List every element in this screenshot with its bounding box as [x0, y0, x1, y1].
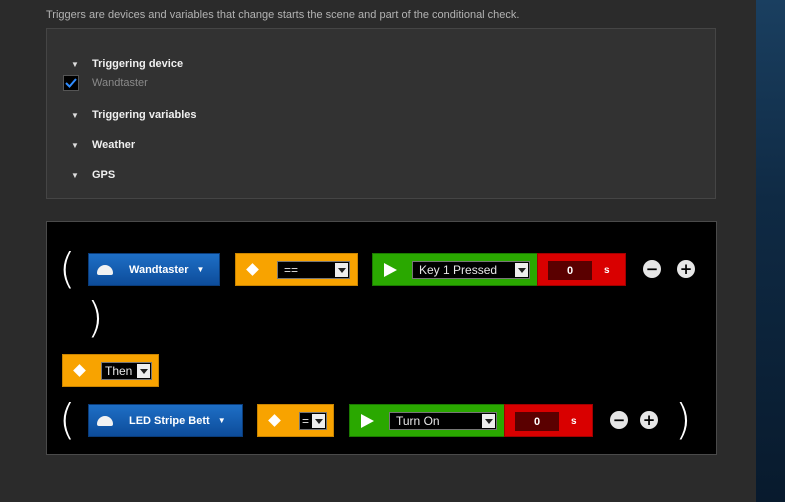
condition-device-button[interactable]: Wandtaster ▼	[88, 253, 220, 286]
action-device-label: LED Stripe Bett	[129, 414, 210, 427]
close-paren[interactable]: )	[87, 297, 103, 339]
section-gps[interactable]: ▼ GPS	[71, 169, 115, 181]
chevron-down-icon	[515, 263, 528, 277]
background-strip	[756, 0, 785, 502]
close-paren[interactable]: )	[675, 399, 691, 441]
device-label: Wandtaster	[92, 77, 148, 89]
section-triggering-variables[interactable]: ▼ Triggering variables	[71, 109, 197, 121]
chevron-down-icon: ▼	[196, 265, 205, 274]
section-label: Triggering variables	[92, 109, 197, 121]
chevron-down-icon	[335, 263, 348, 277]
device-bulb-icon	[97, 415, 113, 426]
chevron-down-icon	[482, 414, 495, 428]
action-delay-input[interactable]: 0	[515, 412, 559, 431]
section-triggering-device[interactable]: ▼ Triggering device	[71, 58, 183, 70]
condition-delay-box: 0 s	[537, 253, 626, 286]
select-value: Turn On	[396, 414, 440, 428]
condition-value-box: Key 1 Pressed	[372, 253, 538, 286]
device-bulb-icon	[97, 264, 113, 275]
select-value: =	[302, 414, 310, 428]
open-paren[interactable]: (	[59, 248, 75, 290]
open-paren[interactable]: (	[59, 399, 75, 441]
section-label: Triggering device	[92, 58, 184, 70]
diamond-icon	[268, 414, 281, 427]
checkmark-icon	[65, 78, 77, 88]
play-icon	[361, 414, 374, 428]
condition-delay-input[interactable]: 0	[548, 261, 592, 280]
select-value: Key 1 Pressed	[419, 263, 498, 277]
then-select[interactable]: Then	[101, 362, 152, 380]
device-checkbox[interactable]	[63, 75, 79, 91]
condition-operator-box: ==	[235, 253, 358, 286]
select-value: ==	[284, 263, 299, 277]
trigger-list: ▼ Triggering device Wandtaster ▼ Trigger…	[46, 28, 716, 199]
device-checkbox-row[interactable]: Wandtaster	[63, 75, 148, 91]
condition-device-label: Wandtaster	[129, 263, 189, 276]
section-weather[interactable]: ▼ Weather	[71, 139, 135, 151]
condition-operator-select[interactable]: ==	[277, 261, 350, 279]
action-device-button[interactable]: LED Stripe Bett ▼	[88, 404, 243, 437]
then-box: Then	[62, 354, 159, 387]
delay-unit: s	[604, 265, 610, 276]
chevron-down-icon: ▼	[71, 140, 79, 150]
scene-panel: Triggers are devices and variables that …	[0, 0, 756, 502]
play-icon	[384, 263, 397, 277]
rule-editor: ( Wandtaster ▼ == Key 1 Pressed 0 s − + …	[46, 221, 717, 455]
chevron-down-icon: ▼	[71, 170, 79, 180]
remove-action-button[interactable]: −	[610, 411, 628, 429]
add-condition-button[interactable]: +	[677, 260, 695, 278]
select-value: Then	[105, 364, 133, 378]
chevron-down-icon: ▼	[217, 416, 226, 425]
chevron-down-icon: ▼	[71, 110, 79, 120]
chevron-down-icon	[312, 414, 325, 428]
diamond-icon	[246, 263, 259, 276]
action-delay-box: 0 s	[504, 404, 593, 437]
chevron-down-icon: ▼	[71, 59, 79, 69]
action-operator-select[interactable]: =	[299, 412, 327, 430]
diamond-icon	[73, 364, 86, 377]
action-operator-box: =	[257, 404, 334, 437]
condition-value-select[interactable]: Key 1 Pressed	[412, 261, 530, 279]
action-value-box: Turn On	[349, 404, 505, 437]
delay-unit: s	[571, 416, 577, 427]
remove-condition-button[interactable]: −	[643, 260, 661, 278]
section-label: GPS	[92, 169, 116, 181]
intro-text: Triggers are devices and variables that …	[46, 9, 520, 21]
action-value-select[interactable]: Turn On	[389, 412, 497, 430]
add-action-button[interactable]: +	[640, 411, 658, 429]
chevron-down-icon	[137, 364, 150, 378]
section-label: Weather	[92, 139, 136, 151]
